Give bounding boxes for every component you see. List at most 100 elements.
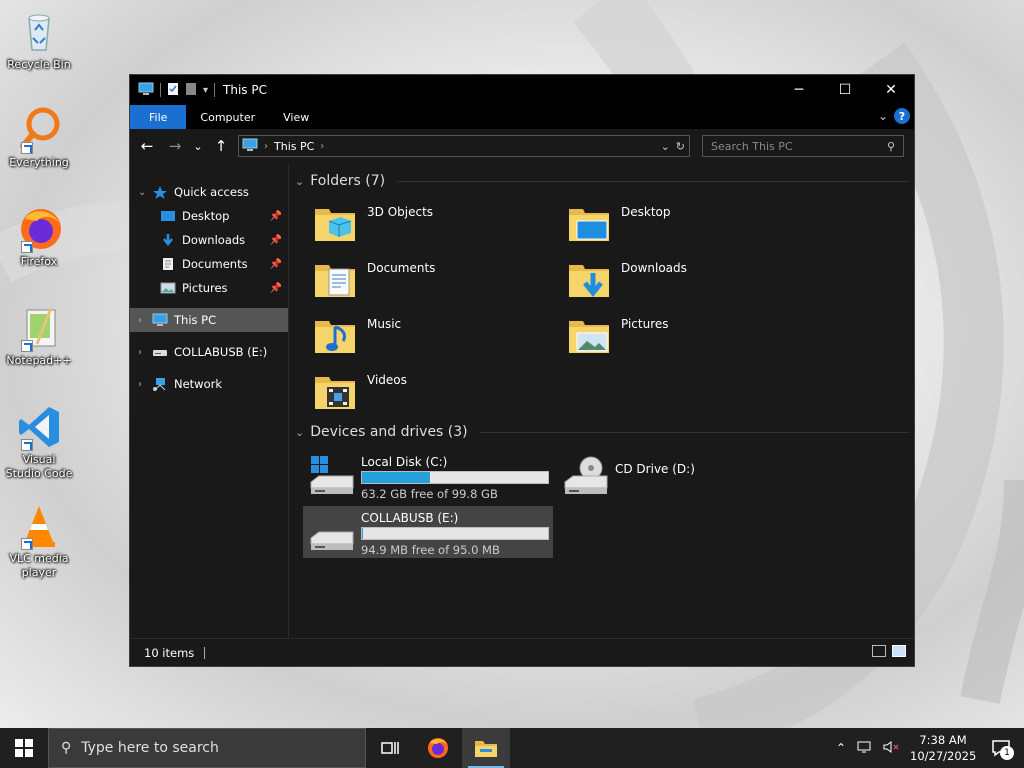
title-bar[interactable]: ▾ This PC ─ ☐ ✕ [130, 75, 914, 105]
expand-ribbon-icon[interactable]: ⌄ [878, 109, 888, 123]
document-icon [160, 257, 176, 271]
volume-muted-icon[interactable] [882, 740, 900, 757]
content-pane: ⌄ Folders (7) 3D Objects Desktop Documen… [289, 164, 914, 640]
navigation-bar: ← → ⌄ ↑ › This PC › ⌄ ↻ Search This PC ⚲ [130, 129, 914, 163]
item-count: 10 items [144, 645, 195, 660]
folder-name: Documents [367, 261, 436, 275]
forward-button[interactable]: → [164, 135, 186, 157]
drive-name: CD Drive (D:) [615, 462, 695, 476]
taskbar-search-placeholder: Type here to search [81, 740, 219, 756]
sidebar-item-label: COLLABUSB (E:) [174, 345, 268, 359]
maximize-button[interactable]: ☐ [822, 75, 868, 105]
documents-folder-icon [311, 255, 359, 303]
desktop-icon [160, 209, 176, 223]
file-explorer-icon [475, 741, 497, 757]
folder-tile[interactable]: 3D Objects [311, 199, 551, 251]
refresh-icon[interactable]: ↻ [676, 140, 685, 153]
folder-tile[interactable]: Pictures [565, 311, 805, 363]
sidebar-item-label: Pictures [182, 281, 228, 295]
tab-computer[interactable]: Computer [186, 105, 269, 129]
minimize-button[interactable]: ─ [776, 75, 822, 105]
desktop-icon-vscode[interactable]: Visual Studio Code [4, 403, 74, 481]
task-view-button[interactable] [366, 728, 414, 768]
folder-name: Videos [367, 373, 407, 387]
cd-drive-icon [561, 454, 609, 501]
expanded-chevron-icon[interactable]: ⌄ [295, 426, 304, 439]
sidebar-item-documents[interactable]: Documents 📌 [130, 252, 288, 276]
desktop-icon-label: VLC media player [9, 552, 69, 579]
sidebar-item-downloads[interactable]: Downloads 📌 [130, 228, 288, 252]
breadcrumb-chevron-icon[interactable]: › [320, 141, 324, 152]
recent-locations-button[interactable]: ⌄ [192, 135, 204, 157]
collapsed-chevron-icon[interactable]: › [138, 315, 152, 326]
customize-toolbar-icon[interactable]: ▾ [203, 85, 208, 96]
drive-tile-d[interactable]: CD Drive (D:) [557, 450, 807, 502]
folder-name: Downloads [621, 261, 687, 275]
collapsed-chevron-icon[interactable]: › [138, 347, 152, 358]
help-button[interactable]: ? [894, 108, 910, 124]
collapsed-chevron-icon[interactable]: › [138, 379, 152, 390]
desktop-icon-everything[interactable]: Everything [4, 106, 74, 170]
show-hidden-icons-icon[interactable]: ⌃ [836, 741, 846, 755]
new-folder-icon[interactable] [185, 82, 197, 99]
folder-tile[interactable]: Downloads [565, 255, 805, 307]
devices-group-header[interactable]: ⌄ Devices and drives (3) [295, 424, 909, 440]
start-button[interactable] [0, 728, 48, 768]
sidebar-item-pictures[interactable]: Pictures 📌 [130, 276, 288, 300]
task-view-icon [381, 742, 399, 754]
folder-tile[interactable]: Documents [311, 255, 551, 307]
ribbon: File Computer View ⌄ ? [130, 105, 914, 129]
shortcut-arrow-icon [21, 340, 33, 352]
clock-date: 10/27/2025 [910, 749, 977, 763]
address-bar[interactable]: › This PC › ⌄ ↻ [238, 135, 690, 157]
search-icon: ⚲ [886, 139, 895, 153]
network-status-icon[interactable] [856, 740, 872, 757]
shortcut-arrow-icon [21, 241, 33, 253]
network-icon [152, 377, 168, 391]
sidebar-item-usb-drive[interactable]: › COLLABUSB (E:) [130, 340, 288, 364]
drive-usage-bar [361, 471, 549, 484]
breadcrumb-this-pc[interactable]: This PC [274, 140, 314, 153]
sidebar-item-quick-access[interactable]: ⌄ Quick access [130, 180, 288, 204]
taskbar-search-box[interactable]: ⚲ Type here to search [48, 728, 366, 768]
status-bar: 10 items [130, 638, 914, 666]
action-center-button[interactable]: 1 [986, 733, 1016, 763]
download-icon [160, 233, 176, 247]
desktop-icon-vlc[interactable]: VLC media player [4, 502, 74, 580]
notepad-plus-plus-icon [15, 304, 63, 352]
back-button[interactable]: ← [136, 135, 158, 157]
taskbar-file-explorer-button[interactable] [462, 728, 510, 768]
drive-tile-c[interactable]: Local Disk (C:) 63.2 GB free of 99.8 GB [303, 450, 553, 502]
properties-icon[interactable] [167, 82, 179, 99]
desktop-icon-recycle-bin[interactable]: Recycle Bin [4, 8, 74, 72]
tiles-view-icon[interactable] [892, 645, 906, 657]
search-box[interactable]: Search This PC ⚲ [702, 135, 904, 157]
sidebar-item-network[interactable]: › Network [130, 372, 288, 396]
taskbar-firefox-button[interactable] [414, 728, 462, 768]
breadcrumb-chevron-icon[interactable]: › [264, 141, 268, 152]
downloads-folder-icon [565, 255, 613, 303]
tab-view[interactable]: View [269, 105, 323, 129]
sidebar-item-this-pc[interactable]: › This PC [130, 308, 288, 332]
address-dropdown-icon[interactable]: ⌄ [661, 140, 670, 153]
sidebar-item-desktop[interactable]: Desktop 📌 [130, 204, 288, 228]
details-view-icon[interactable] [872, 645, 886, 657]
folder-tile[interactable]: Videos [311, 367, 551, 419]
tab-file[interactable]: File [130, 105, 187, 129]
folder-tile[interactable]: Desktop [565, 199, 805, 251]
recycle-bin-icon [15, 8, 63, 56]
vscode-icon [15, 403, 63, 451]
clock[interactable]: 7:38 AM 10/27/2025 [910, 732, 976, 764]
drive-tile-e[interactable]: COLLABUSB (E:) 94.9 MB free of 95.0 MB [303, 506, 553, 558]
folder-tile[interactable]: Music [311, 311, 551, 363]
expanded-chevron-icon[interactable]: ⌄ [138, 187, 152, 198]
folders-group-header[interactable]: ⌄ Folders (7) [295, 173, 909, 189]
up-button[interactable]: ↑ [210, 135, 232, 157]
expanded-chevron-icon[interactable]: ⌄ [295, 175, 304, 188]
star-icon [152, 185, 168, 199]
everything-search-icon [15, 106, 63, 154]
desktop-icon-firefox[interactable]: Firefox [4, 205, 74, 269]
desktop-icon-notepad-plus-plus[interactable]: Notepad++ [4, 304, 74, 368]
notification-count-badge: 1 [1000, 746, 1014, 760]
close-button[interactable]: ✕ [868, 75, 914, 105]
